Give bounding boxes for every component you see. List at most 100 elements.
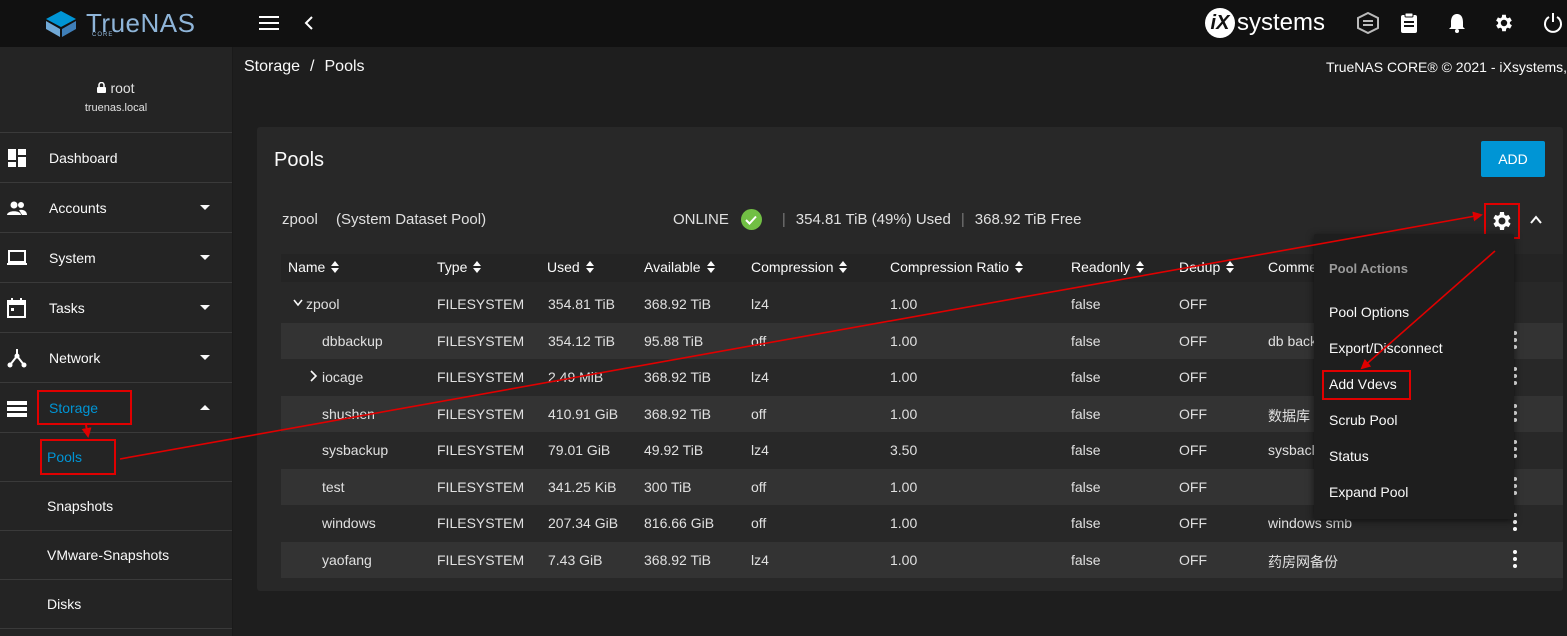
sidebar-item-accounts[interactable]: Accounts [0, 183, 232, 233]
cell-ratio: 1.00 [890, 406, 918, 422]
sidebar-item-tasks[interactable]: Tasks [0, 283, 232, 333]
sidebar-subitem-label: Snapshots [47, 498, 114, 514]
cell-comment: 数据库 [1268, 408, 1310, 424]
column-header-name[interactable]: Name [288, 259, 340, 275]
truenas-logo[interactable]: TrueNAS CORE [0, 0, 233, 47]
vendor-text: systems [1237, 9, 1326, 36]
sidebar-item-storage[interactable]: Storage [0, 383, 232, 433]
power-icon[interactable] [1541, 11, 1565, 35]
sidebar-item-system[interactable]: System [0, 233, 232, 283]
column-header-compression[interactable]: Compression [751, 259, 848, 275]
chevron-down-icon [200, 205, 210, 210]
sort-icon [1136, 261, 1145, 273]
pool-actions-menu: Pool Actions Pool Options Export/Disconn… [1314, 234, 1514, 519]
sidebar-subitem-label: Pools [47, 449, 83, 465]
breadcrumb-current: Pools [324, 58, 365, 75]
cell-type: FILESYSTEM [437, 296, 525, 312]
sidebar-subitem-vmware-snapshots[interactable]: VMware-Snapshots [0, 531, 232, 580]
breadcrumb: Storage / Pools [244, 58, 365, 76]
sidebar-item-dashboard[interactable]: Dashboard [0, 133, 232, 183]
column-header-used[interactable]: Used [547, 259, 594, 275]
clipboard-icon[interactable] [1397, 11, 1421, 35]
menu-item-add-vdevs[interactable]: Add Vdevs [1329, 376, 1397, 392]
column-header-readonly[interactable]: Readonly [1071, 259, 1145, 275]
column-header-label: Dedup [1179, 259, 1221, 275]
back-chevron-icon[interactable] [297, 11, 321, 35]
cell-available: 49.92 TiB [644, 442, 704, 458]
top-bar: TrueNAS CORE iX systems [0, 0, 1567, 47]
cell-available: 368.92 TiB [644, 406, 711, 422]
cell-dedup: OFF [1179, 369, 1207, 385]
cell-readonly: false [1071, 406, 1101, 422]
cell-used: 341.25 KiB [548, 479, 617, 495]
cell-dedup: OFF [1179, 406, 1207, 422]
cell-type: FILESYSTEM [437, 479, 525, 495]
menu-item-expand-pool[interactable]: Expand Pool [1329, 484, 1408, 500]
cell-ratio: 1.00 [890, 369, 918, 385]
cell-available: 300 TiB [644, 479, 692, 495]
chevron-down-icon[interactable] [293, 299, 303, 307]
cell-used: 2.49 MiB [548, 369, 604, 385]
menu-item-pool-options[interactable]: Pool Options [1329, 304, 1409, 320]
kebab-icon[interactable] [1513, 550, 1517, 568]
column-header-label: Readonly [1071, 259, 1131, 275]
cell-compression: lz4 [751, 552, 769, 568]
sidebar-subitem-disks[interactable]: Disks [0, 580, 232, 629]
cell-type: FILESYSTEM [437, 333, 525, 349]
breadcrumb-parent[interactable]: Storage [244, 58, 300, 75]
add-pool-button[interactable]: ADD [1481, 141, 1545, 177]
menu-item-export-disconnect[interactable]: Export/Disconnect [1329, 340, 1443, 356]
cell-type: FILESYSTEM [437, 406, 525, 422]
cell-used: 79.01 GiB [548, 442, 611, 458]
column-header-available[interactable]: Available [644, 259, 715, 275]
cell-type: FILESYSTEM [437, 442, 525, 458]
column-header-dedup[interactable]: Dedup [1179, 259, 1235, 275]
menu-item-scrub-pool[interactable]: Scrub Pool [1329, 412, 1397, 428]
column-header-compression-ratio[interactable]: Compression Ratio [890, 259, 1024, 275]
menu-header: Pool Actions [1329, 261, 1408, 276]
column-header-comments[interactable]: Comme [1268, 259, 1317, 275]
table-row[interactable]: yaofang FILESYSTEM 7.43 GiB 368.92 TiB l… [281, 542, 1563, 578]
cell-readonly: false [1071, 442, 1101, 458]
cell-readonly: false [1071, 369, 1101, 385]
sidebar-item-network[interactable]: Network [0, 333, 232, 383]
column-header-label: Compression [751, 259, 834, 275]
status-text: ONLINE [673, 211, 729, 228]
pool-free: 368.92 TiB Free [974, 211, 1082, 228]
sidebar-subitem-snapshots[interactable]: Snapshots [0, 482, 232, 531]
column-header-label: Compression Ratio [890, 259, 1010, 275]
column-header-type[interactable]: Type [437, 259, 482, 275]
pool-used: 354.81 TiB (49%) Used [795, 211, 951, 228]
user-info: root truenas.local [0, 47, 232, 133]
breadcrumb-separator: / [310, 58, 315, 75]
cell-readonly: false [1071, 515, 1101, 531]
cell-compression: lz4 [751, 442, 769, 458]
cell-compression: off [751, 406, 767, 422]
accounts-icon [7, 201, 27, 215]
sidebar-subitem-pools[interactable]: Pools [0, 433, 232, 482]
sort-icon [473, 261, 482, 273]
cell-readonly: false [1071, 552, 1101, 568]
cell-ratio: 1.00 [890, 479, 918, 495]
gear-icon[interactable] [1492, 11, 1516, 35]
cell-available: 95.88 TiB [644, 333, 704, 349]
cell-readonly: false [1071, 296, 1101, 312]
user-name: root [110, 80, 135, 96]
cell-name: windows [322, 515, 376, 531]
column-header-label: Type [437, 259, 468, 275]
user-host: truenas.local [84, 102, 148, 114]
chevron-right-icon[interactable] [310, 370, 318, 382]
menu-icon[interactable] [257, 11, 281, 35]
chevron-down-icon [200, 305, 210, 310]
column-header-label: Name [288, 259, 326, 275]
chevron-down-icon [200, 255, 210, 260]
truecommand-icon[interactable] [1356, 11, 1380, 35]
sidebar-item-label: System [49, 249, 96, 266]
sidebar-subitem-label: VMware-Snapshots [47, 547, 170, 563]
cell-dedup: OFF [1179, 552, 1207, 568]
menu-item-status[interactable]: Status [1329, 448, 1369, 464]
bell-icon[interactable] [1445, 11, 1469, 35]
collapse-icon[interactable] [1528, 212, 1544, 228]
sidebar-item-label: Tasks [49, 299, 85, 316]
cell-available: 368.92 TiB [644, 552, 711, 568]
